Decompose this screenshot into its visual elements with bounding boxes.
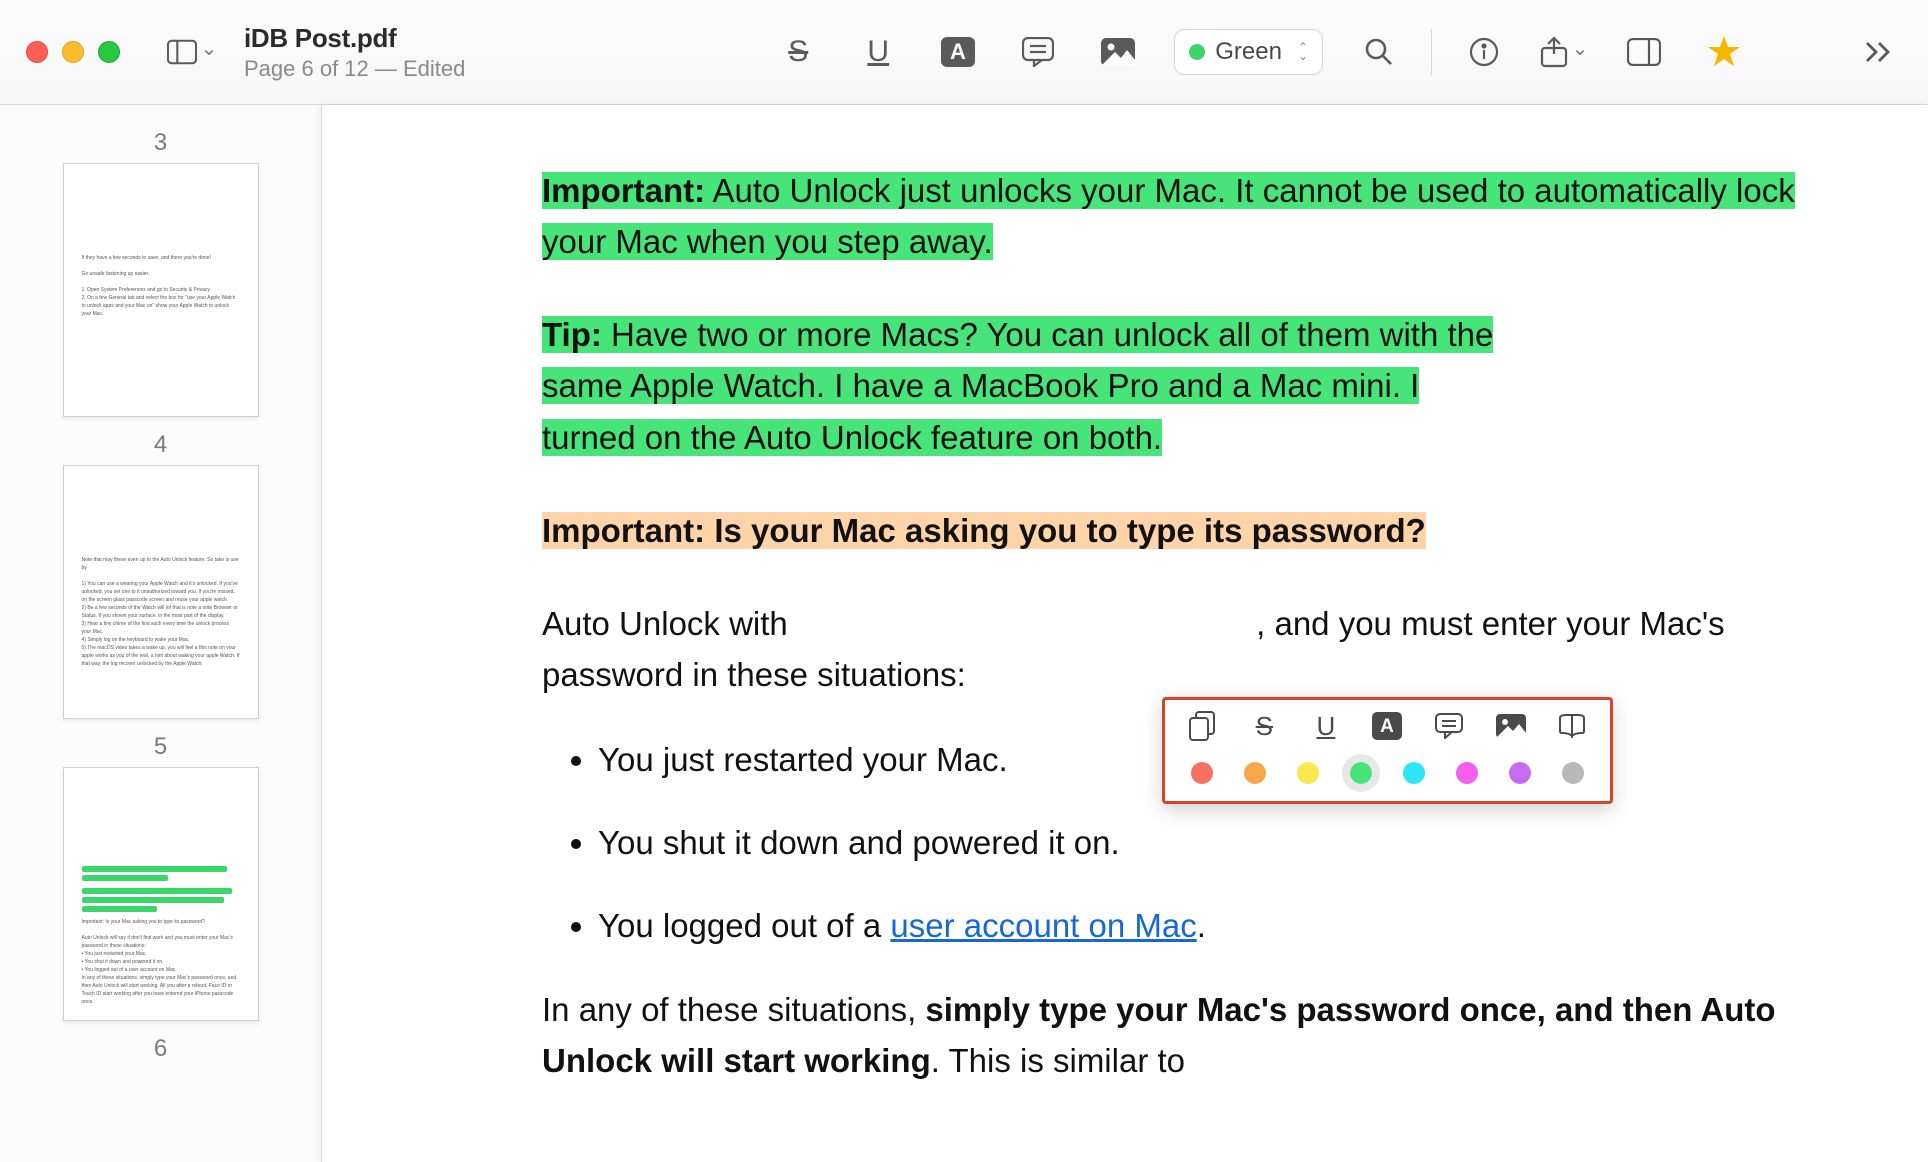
overflow-button[interactable] bbox=[1854, 28, 1902, 76]
search-icon bbox=[1364, 37, 1394, 67]
tip-text-2: same Apple Watch. I have a MacBook Pro a… bbox=[542, 367, 1419, 404]
page-content: Important: Auto Unlock just unlocks your… bbox=[322, 105, 1928, 1162]
document-title: iDB Post.pdf bbox=[244, 23, 465, 54]
color-gray[interactable] bbox=[1562, 762, 1584, 784]
star-icon bbox=[1707, 36, 1741, 68]
popup-image-button[interactable] bbox=[1494, 709, 1528, 743]
favorite-button[interactable] bbox=[1700, 28, 1748, 76]
popup-strikethrough-button[interactable]: S bbox=[1247, 709, 1281, 743]
chevrons-right-icon bbox=[1864, 40, 1892, 64]
important-label: Important: bbox=[542, 172, 705, 209]
underline-icon: U bbox=[867, 35, 889, 69]
sidebar-toggle-button[interactable] bbox=[168, 28, 216, 76]
page-thumbnail-6[interactable]: Important: Is your Mac asking you to typ… bbox=[63, 767, 259, 1021]
color-label: Green bbox=[1215, 38, 1282, 66]
color-green[interactable] bbox=[1350, 762, 1372, 784]
info-button[interactable] bbox=[1460, 28, 1508, 76]
tip-text-3: turned on the Auto Unlock feature on bot… bbox=[542, 419, 1162, 456]
svg-text:A: A bbox=[1381, 716, 1395, 737]
image-icon bbox=[1101, 38, 1135, 66]
color-magenta[interactable] bbox=[1456, 762, 1478, 784]
popup-underline-button[interactable]: U bbox=[1309, 709, 1343, 743]
color-yellow[interactable] bbox=[1297, 762, 1319, 784]
page-number-label: 5 bbox=[154, 733, 167, 761]
strikethrough-icon: S bbox=[788, 35, 808, 69]
svg-text:A: A bbox=[950, 39, 966, 64]
main-area: 3 If they have a few seconds to save, an… bbox=[0, 105, 1928, 1162]
minimize-window-button[interactable] bbox=[62, 41, 84, 63]
secondary-tools bbox=[1460, 28, 1748, 76]
toolbar-divider bbox=[1431, 29, 1432, 75]
user-account-link[interactable]: user account on Mac bbox=[890, 907, 1196, 944]
highlight-icon: A bbox=[941, 37, 975, 67]
tip-label: Tip: bbox=[542, 316, 602, 353]
underline-button[interactable]: U bbox=[854, 28, 902, 76]
popup-color-row bbox=[1179, 755, 1596, 792]
page-number-label: 6 bbox=[154, 1035, 167, 1063]
page-number-label: 4 bbox=[154, 431, 167, 459]
sidebar-toggle-icon bbox=[167, 37, 197, 67]
panels-icon bbox=[1627, 38, 1661, 66]
highlight-button[interactable]: A bbox=[934, 28, 982, 76]
panels-button[interactable] bbox=[1620, 28, 1668, 76]
share-icon bbox=[1540, 36, 1568, 68]
document-viewer[interactable]: Important: Auto Unlock just unlocks your… bbox=[322, 105, 1928, 1162]
color-swatch-icon bbox=[1189, 44, 1205, 60]
bullet-3a: You logged out of a bbox=[598, 907, 890, 944]
info-icon bbox=[1469, 37, 1499, 67]
color-red[interactable] bbox=[1191, 762, 1213, 784]
strikethrough-button[interactable]: S bbox=[774, 28, 822, 76]
markup-popup: S U A bbox=[1162, 697, 1613, 804]
search-button[interactable] bbox=[1355, 28, 1403, 76]
note-button[interactable] bbox=[1014, 28, 1062, 76]
share-button[interactable] bbox=[1540, 28, 1588, 76]
highlight-color-dropdown[interactable]: Green ⌃⌄ bbox=[1174, 29, 1323, 75]
body-2a: In any of these situations, bbox=[542, 991, 925, 1028]
popup-highlight-button[interactable]: A bbox=[1370, 709, 1404, 743]
close-window-button[interactable] bbox=[26, 41, 48, 63]
color-orange[interactable] bbox=[1244, 762, 1266, 784]
popup-bookmark-button[interactable] bbox=[1555, 709, 1589, 743]
document-title-block: iDB Post.pdf Page 6 of 12 — Edited bbox=[244, 23, 465, 82]
body-1a: Auto Unlock with bbox=[542, 605, 788, 642]
list-item: You logged out of a user account on Mac. bbox=[598, 900, 1808, 951]
copy-style-button[interactable] bbox=[1186, 709, 1220, 743]
image-button[interactable] bbox=[1094, 28, 1142, 76]
document-subtitle: Page 6 of 12 — Edited bbox=[244, 56, 465, 82]
body-2b: . This is similar to bbox=[931, 1042, 1185, 1079]
color-cyan[interactable] bbox=[1403, 762, 1425, 784]
tip-text-1: Have two or more Macs? You can unlock al… bbox=[602, 316, 1493, 353]
markup-tools: S U A Green ⌃⌄ bbox=[774, 28, 1403, 76]
window-controls bbox=[26, 41, 120, 63]
page-number-label: 3 bbox=[154, 129, 167, 157]
important-text: Auto Unlock just unlocks your Mac. It ca… bbox=[542, 172, 1795, 260]
color-purple[interactable] bbox=[1509, 762, 1531, 784]
list-item: You shut it down and powered it on. bbox=[598, 817, 1808, 868]
popup-note-button[interactable] bbox=[1432, 709, 1466, 743]
fullscreen-window-button[interactable] bbox=[98, 41, 120, 63]
page-thumbnail-4[interactable]: If they have a few seconds to save, and … bbox=[63, 163, 259, 417]
toolbar: iDB Post.pdf Page 6 of 12 — Edited S U A… bbox=[0, 0, 1928, 105]
page-thumbnail-5[interactable]: Note that may these even up to the Auto … bbox=[63, 465, 259, 719]
thumbnail-sidebar[interactable]: 3 If they have a few seconds to save, an… bbox=[0, 105, 322, 1162]
note-icon bbox=[1022, 37, 1054, 67]
dropdown-arrows-icon: ⌃⌄ bbox=[1298, 43, 1308, 61]
heading-orange: Important: Is your Mac asking you to typ… bbox=[542, 512, 1426, 549]
bullet-3b: . bbox=[1197, 907, 1206, 944]
